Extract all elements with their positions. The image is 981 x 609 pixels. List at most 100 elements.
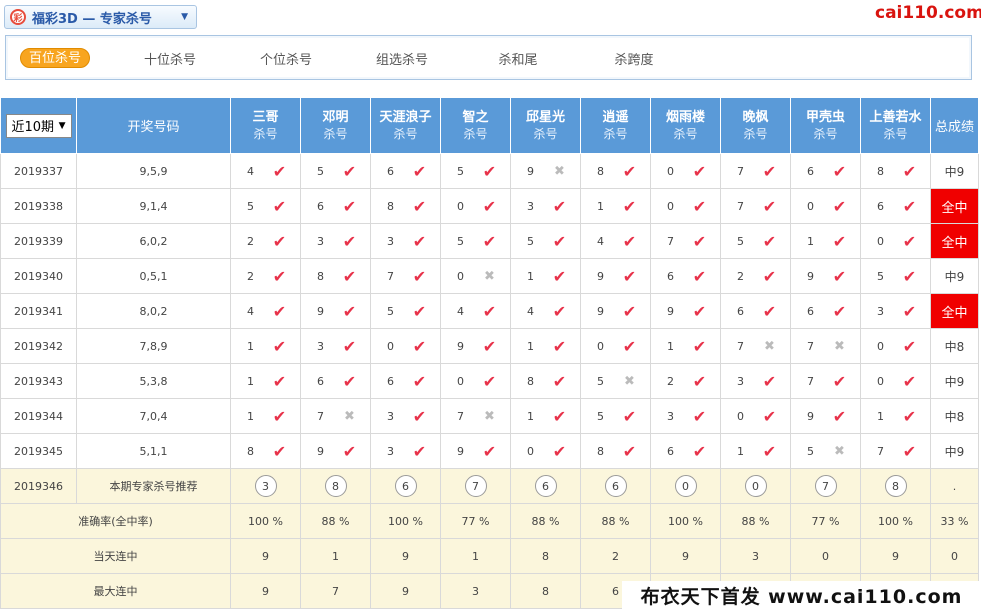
red-check-icon: ✔ xyxy=(902,336,917,356)
red-check-icon: ✔ xyxy=(832,231,847,251)
kill-pair: 6 ✔ xyxy=(722,302,790,321)
expert-header[interactable]: 上善若水 杀号 xyxy=(860,97,931,154)
kill-number: 1 xyxy=(597,199,604,213)
red-check-icon: ✔ xyxy=(622,406,637,426)
kill-cell: 9 ✔ xyxy=(580,293,651,329)
kill-number: 5 xyxy=(317,164,324,178)
stat-cell: 100 % xyxy=(370,503,441,539)
table-row: 2019337 9,5,9 4 ✔ 5 ✔ 6 ✔ 5 ✔ 9 ✖ 8 ✔ 0 ✔ 7 ✔ 6 ✔ 8 ✔ 中9 xyxy=(0,153,979,189)
expert-header[interactable]: 逍遥 杀号 xyxy=(580,97,651,154)
stat-cell: 9 xyxy=(230,538,301,574)
recommend-row: 2019346 本期专家杀号推荐 3 8 6 7 6 6 0 0 7 8. xyxy=(0,468,979,504)
kill-cell: 7 ✔ xyxy=(790,363,861,399)
expert-header[interactable]: 晚枫 杀号 xyxy=(720,97,791,154)
tab-3[interactable]: 个位杀号 xyxy=(228,49,344,68)
kill-pair: 1 ✔ xyxy=(232,407,300,426)
kill-pair: 3 ✔ xyxy=(722,372,790,391)
kill-cell: 1 ✔ xyxy=(790,223,861,259)
kill-number: 8 xyxy=(597,444,604,458)
kill-cell: 7 ✔ xyxy=(720,188,791,224)
site-logo[interactable]: cai110.com xyxy=(875,3,981,23)
tab-6[interactable]: 杀跨度 xyxy=(576,49,692,68)
table-header-row: 近10期 ▼ 开奖号码 三哥 杀号 邓明 杀号 天涯浪子 杀号 智之 杀号 邱星光 杀号 逍遥 杀号烟… xyxy=(0,97,979,154)
kill-number: 9 xyxy=(667,304,674,318)
kill-cell: 5 ✔ xyxy=(230,188,301,224)
recommend-number-ball: 6 xyxy=(534,475,557,497)
expert-header[interactable]: 甲壳虫 杀号 xyxy=(790,97,861,154)
kill-cell: 7 ✖ xyxy=(790,328,861,364)
kill-cell: 9 ✔ xyxy=(650,293,721,329)
kill-pair: 5 ✔ xyxy=(512,232,580,251)
red-check-icon: ✔ xyxy=(342,441,357,461)
kill-number: 0 xyxy=(457,199,464,213)
stat-total-cell: 33 % xyxy=(930,503,979,539)
kill-cell: 6 ✔ xyxy=(790,153,861,189)
tab-5[interactable]: 杀和尾 xyxy=(460,49,576,68)
red-check-icon: ✔ xyxy=(622,196,637,216)
kill-pair: 5 ✔ xyxy=(862,267,930,286)
kill-number: 7 xyxy=(457,409,464,423)
kill-pair: 0 ✔ xyxy=(792,197,860,216)
expert-header[interactable]: 邓明 杀号 xyxy=(300,97,371,154)
kill-pair: 0 ✔ xyxy=(862,336,930,356)
kill-pair: 8 ✔ xyxy=(232,442,300,461)
kill-cell: 6 ✔ xyxy=(790,293,861,329)
gray-cross-icon: ✖ xyxy=(624,373,635,389)
red-check-icon: ✔ xyxy=(482,371,497,391)
stat-cell: 77 % xyxy=(440,503,511,539)
red-check-icon: ✔ xyxy=(412,336,427,356)
kill-number: 8 xyxy=(317,269,324,283)
kill-number: 3 xyxy=(527,199,534,213)
tab-1[interactable]: 百位杀号 xyxy=(20,48,90,68)
kill-number: 8 xyxy=(877,164,884,178)
kill-pair: 8 ✔ xyxy=(582,442,650,461)
kill-pair: 4 ✔ xyxy=(232,162,300,181)
kill-cell: 5 ✔ xyxy=(440,153,511,189)
kill-number: 4 xyxy=(597,234,604,248)
kill-pair: 1 ✔ xyxy=(512,407,580,426)
red-check-icon: ✔ xyxy=(622,301,637,321)
expert-header[interactable]: 智之 杀号 xyxy=(440,97,511,154)
stat-cell: 1 xyxy=(440,538,511,574)
gray-cross-icon: ✖ xyxy=(484,268,495,284)
recommend-cell: 3 xyxy=(230,468,301,504)
kill-number: 6 xyxy=(317,374,324,388)
red-check-icon: ✔ xyxy=(622,266,637,286)
expert-header[interactable]: 三哥 杀号 xyxy=(230,97,301,154)
red-check-icon: ✔ xyxy=(482,336,497,356)
red-check-icon: ✔ xyxy=(412,266,427,286)
issue-cell: 2019343 xyxy=(0,363,77,399)
kill-pair: 0 ✔ xyxy=(862,232,930,251)
stat-cell: 9 xyxy=(860,538,931,574)
tab-2[interactable]: 十位杀号 xyxy=(112,49,228,68)
red-check-icon: ✔ xyxy=(832,266,847,286)
kill-cell: 1 ✔ xyxy=(860,398,931,434)
kill-number: 7 xyxy=(737,199,744,213)
period-select[interactable]: 近10期 ▼ xyxy=(5,113,72,138)
red-check-icon: ✔ xyxy=(552,371,567,391)
lottery-type-dropdown[interactable]: 彩 福彩3D — 专家杀号 ▼ xyxy=(4,5,197,29)
kill-number: 5 xyxy=(597,374,604,388)
kill-cell: 8 ✔ xyxy=(860,153,931,189)
kill-cell: 7 ✔ xyxy=(650,223,721,259)
red-check-icon: ✔ xyxy=(342,371,357,391)
red-check-icon: ✔ xyxy=(762,196,777,216)
recommend-cell: 6 xyxy=(580,468,651,504)
kill-number: 9 xyxy=(807,409,814,423)
kill-number: 4 xyxy=(247,164,254,178)
tab-4[interactable]: 组选杀号 xyxy=(344,49,460,68)
kill-number: 8 xyxy=(247,444,254,458)
kill-cell: 0 ✔ xyxy=(510,433,581,469)
expert-header[interactable]: 烟雨楼 杀号 xyxy=(650,97,721,154)
expert-header[interactable]: 邱星光 杀号 xyxy=(510,97,581,154)
red-check-icon: ✔ xyxy=(272,231,287,251)
kill-cell: 9 ✔ xyxy=(300,293,371,329)
kill-cell: 0 ✔ xyxy=(370,328,441,364)
recommend-number-ball: 6 xyxy=(394,475,417,497)
expert-header[interactable]: 天涯浪子 杀号 xyxy=(370,97,441,154)
stat-row: 准确率(全中率) 100 % 88 % 100 % 77 % 88 % 88 % 100 % 8… xyxy=(0,503,979,539)
kill-pair: 3 ✔ xyxy=(302,337,370,356)
stat-cell: 88 % xyxy=(720,503,791,539)
red-check-icon: ✔ xyxy=(832,161,847,181)
kill-pair: 8 ✔ xyxy=(582,162,650,181)
